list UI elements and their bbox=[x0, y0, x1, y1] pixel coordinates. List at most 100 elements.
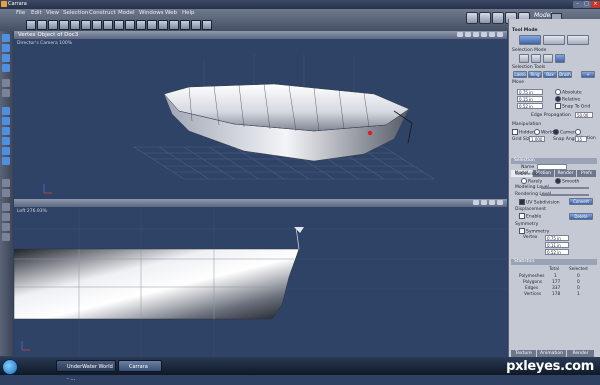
tool-mode-button[interactable] bbox=[567, 35, 589, 45]
vertex-x-field[interactable]: 0.75 in bbox=[545, 235, 569, 241]
tool-icon[interactable] bbox=[191, 20, 201, 30]
rotate-tool-icon[interactable] bbox=[48, 20, 58, 30]
task-underwater-world[interactable]: UnderWater World - ... bbox=[56, 360, 116, 382]
render-icon[interactable] bbox=[481, 200, 487, 205]
vertex-z-field[interactable]: 0.52 in bbox=[545, 249, 569, 255]
symmetry-check[interactable]: Symmetry bbox=[519, 228, 549, 235]
menu-edit[interactable]: Edit bbox=[31, 10, 42, 16]
tool-mode-button[interactable] bbox=[519, 35, 541, 45]
tab-render[interactable]: Render bbox=[555, 170, 577, 177]
tool-icon[interactable] bbox=[136, 20, 146, 30]
render-icon[interactable] bbox=[465, 32, 471, 37]
convert-button[interactable]: Convert bbox=[569, 198, 593, 205]
move-tool-icon[interactable] bbox=[37, 20, 47, 30]
modeling-level-slider[interactable] bbox=[541, 187, 589, 189]
menu-construct[interactable]: Construct bbox=[89, 10, 116, 16]
menu-help[interactable]: Help bbox=[182, 10, 195, 16]
tool-icon[interactable] bbox=[2, 147, 10, 155]
manip-world[interactable]: World bbox=[534, 129, 554, 136]
vertex-y-field[interactable]: 0.11 in bbox=[545, 242, 569, 248]
menu-view[interactable]: View bbox=[46, 10, 59, 16]
zoom-tool-icon[interactable] bbox=[2, 189, 10, 197]
scale-tool-icon[interactable] bbox=[59, 20, 69, 30]
tool-icon[interactable] bbox=[2, 107, 10, 115]
sel-tool-add[interactable]: + bbox=[581, 71, 595, 78]
tab-prefs[interactable]: Prefs bbox=[577, 170, 597, 177]
arrow-tool-icon[interactable] bbox=[2, 34, 10, 42]
room-icon[interactable] bbox=[492, 12, 504, 24]
menu-selection[interactable]: Selection bbox=[63, 10, 88, 16]
snap-angle-field[interactable]: 15 bbox=[575, 136, 587, 142]
start-button[interactable] bbox=[2, 359, 18, 375]
subdiv-rarely[interactable]: Rarely bbox=[521, 178, 542, 185]
rendering-level-slider[interactable] bbox=[541, 194, 589, 196]
manip-camera[interactable]: Camera bbox=[553, 129, 578, 136]
close-icon[interactable] bbox=[497, 32, 503, 37]
subdiv-smooth[interactable]: Smooth bbox=[555, 178, 579, 185]
tab-texture[interactable]: Texture bbox=[511, 350, 537, 357]
sel-tool-box[interactable]: Box bbox=[543, 71, 557, 78]
move-z-field[interactable]: 0.52 in bbox=[517, 103, 543, 109]
tool-mode-button[interactable] bbox=[543, 35, 565, 45]
light-icon[interactable] bbox=[481, 32, 487, 37]
tool-icon[interactable] bbox=[2, 233, 10, 241]
viewport-perspective[interactable]: Vertex Object of Doc3 Director's Camera … bbox=[14, 31, 507, 198]
close-button[interactable]: × bbox=[591, 1, 600, 8]
room-icon[interactable] bbox=[466, 12, 478, 24]
tool-icon[interactable] bbox=[169, 20, 179, 30]
close-icon[interactable] bbox=[497, 200, 503, 205]
manip-hidden[interactable]: Hidden bbox=[512, 129, 535, 136]
camera-icon[interactable] bbox=[473, 200, 479, 205]
edge-propagation-field[interactable]: 50.00 bbox=[575, 112, 593, 118]
grid-size-field[interactable]: 1.000 bbox=[529, 136, 545, 142]
sel-tool-ring[interactable]: Ring bbox=[528, 71, 542, 78]
tool-icon[interactable] bbox=[202, 20, 212, 30]
tool-icon[interactable] bbox=[2, 89, 10, 97]
grid-icon[interactable] bbox=[489, 200, 495, 205]
tool-icon[interactable] bbox=[2, 79, 10, 87]
tool-icon[interactable] bbox=[147, 20, 157, 30]
settings-icon[interactable] bbox=[489, 32, 495, 37]
rotate-tool-icon[interactable] bbox=[2, 54, 10, 62]
tool-icon[interactable] bbox=[2, 157, 10, 165]
move-tool-icon[interactable] bbox=[2, 44, 10, 52]
vertex-mode-icon[interactable] bbox=[519, 54, 529, 63]
task-carrara[interactable]: Carrara bbox=[118, 360, 162, 372]
tool-icon[interactable] bbox=[2, 213, 10, 221]
sel-tool-lasso[interactable]: Lasso bbox=[513, 71, 527, 78]
hand-tool-icon[interactable] bbox=[2, 179, 10, 187]
absolute-radio[interactable]: Absolute bbox=[555, 89, 582, 96]
tool-icon[interactable] bbox=[180, 20, 190, 30]
camera-icon[interactable] bbox=[457, 32, 463, 37]
tool-icon[interactable] bbox=[2, 117, 10, 125]
tool-icon[interactable] bbox=[2, 223, 10, 231]
tool-icon[interactable] bbox=[70, 20, 80, 30]
menu-file[interactable]: File bbox=[16, 10, 25, 16]
enable-check[interactable]: Enable bbox=[519, 213, 541, 220]
tool-icon[interactable] bbox=[2, 203, 10, 211]
menu-windows[interactable]: Windows bbox=[139, 10, 164, 16]
room-icon[interactable] bbox=[479, 12, 491, 24]
minimize-button[interactable]: – bbox=[573, 1, 582, 8]
uv-subdivision-check[interactable]: UV Subdivision bbox=[519, 199, 560, 206]
edge-mode-icon[interactable] bbox=[531, 54, 541, 63]
object-mode-icon[interactable] bbox=[555, 54, 565, 63]
tool-icon[interactable] bbox=[2, 137, 10, 145]
select-tool-icon[interactable] bbox=[26, 20, 36, 30]
move-y-field[interactable]: 0.15 in bbox=[517, 96, 543, 102]
tab-animation[interactable]: Animation bbox=[537, 350, 567, 357]
tool-icon[interactable] bbox=[114, 20, 124, 30]
tool-icon[interactable] bbox=[92, 20, 102, 30]
delete-button[interactable]: Delete bbox=[569, 213, 593, 220]
snap-to-grid-check[interactable]: Snap To Grid bbox=[555, 103, 590, 110]
viewport-left[interactable]: Left 276.93% bbox=[14, 199, 507, 357]
statistics-section-header[interactable]: Statistics bbox=[511, 259, 597, 265]
sel-tool-brush[interactable]: Brush bbox=[558, 71, 572, 78]
tool-icon[interactable] bbox=[158, 20, 168, 30]
maximize-button[interactable]: □ bbox=[582, 1, 591, 8]
tool-icon[interactable] bbox=[125, 20, 135, 30]
tool-icon[interactable] bbox=[103, 20, 113, 30]
tab-render-room[interactable]: Render bbox=[567, 350, 595, 357]
grid-icon[interactable] bbox=[473, 32, 479, 37]
tool-icon[interactable] bbox=[81, 20, 91, 30]
